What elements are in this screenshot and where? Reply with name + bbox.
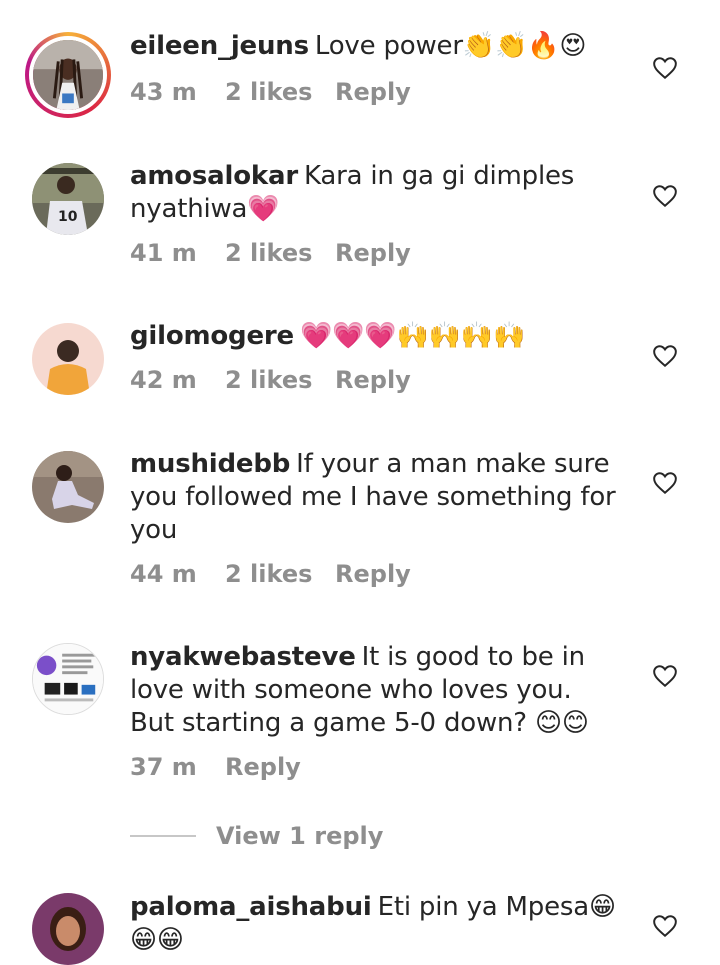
comment-meta: 41 m 2 likes Reply: [130, 239, 411, 267]
comment-likes[interactable]: 2 likes: [225, 78, 335, 106]
avatar-photo-man-yellow-shirt-icon: [32, 323, 104, 395]
avatar-photo-woman-sitting-icon: [32, 451, 104, 523]
like-heart-icon[interactable]: [652, 56, 678, 80]
avatar[interactable]: [32, 451, 104, 523]
avatar[interactable]: [32, 893, 104, 965]
like-heart-icon[interactable]: [652, 664, 678, 688]
reply-button[interactable]: Reply: [335, 239, 411, 267]
comment-username[interactable]: nyakwebasteve: [130, 642, 356, 672]
comment-emojis: 💗💗💗🙌🙌🙌🙌: [299, 321, 526, 351]
comment-body: Eti pin ya Mpesa: [377, 892, 590, 922]
reply-button[interactable]: Reply: [335, 78, 411, 106]
view-replies-button[interactable]: View 1 reply: [130, 822, 383, 850]
comment-emojis: 👏👏🔥😍: [462, 31, 587, 61]
comment-likes[interactable]: 2 likes: [225, 560, 335, 588]
comment-meta: 37 m Reply: [130, 753, 301, 781]
comment-text: eileen_jeuns Love power👏👏🔥😍: [130, 30, 620, 63]
comment-text: nyakwebasteve It is good to be in love wi…: [130, 641, 620, 740]
comment-username[interactable]: mushidebb: [130, 449, 290, 479]
avatar-with-story-ring[interactable]: [25, 32, 111, 118]
like-heart-icon[interactable]: [652, 471, 678, 495]
reply-button[interactable]: Reply: [225, 753, 301, 781]
comment-meta: 43 m 2 likes Reply: [130, 78, 411, 106]
view-replies-label: View 1 reply: [216, 822, 384, 850]
comment-emojis: 💗: [247, 194, 280, 224]
like-heart-icon[interactable]: [652, 184, 678, 208]
avatar-flyer-image-icon: [33, 644, 103, 714]
comment-likes[interactable]: 2 likes: [225, 366, 335, 394]
comment-username[interactable]: paloma_aishabui: [130, 892, 372, 922]
like-heart-icon[interactable]: [652, 914, 678, 938]
comment-time: 37 m: [130, 753, 197, 781]
comment-likes[interactable]: 2 likes: [225, 239, 335, 267]
comment-time: 41 m: [130, 239, 197, 267]
comment-text: gilomogere 💗💗💗🙌🙌🙌🙌: [130, 320, 620, 353]
comment-text: paloma_aishabui Eti pin ya Mpesa😁😁😁: [130, 891, 620, 957]
avatar[interactable]: [32, 643, 104, 715]
reply-button[interactable]: Reply: [335, 560, 411, 588]
avatar-photo-woman-portrait-icon: [32, 893, 104, 965]
comment-username[interactable]: eileen_jeuns: [130, 31, 309, 61]
comment-text: mushidebb If your a man make sure you fol…: [130, 448, 620, 547]
comment-meta: 44 m 2 likes Reply: [130, 560, 411, 588]
comment-username[interactable]: amosalokar: [130, 161, 298, 191]
reply-button[interactable]: Reply: [335, 366, 411, 394]
comment-body: Love power: [314, 31, 463, 61]
view-replies-divider: [130, 835, 196, 837]
comment-username[interactable]: gilomogere: [130, 321, 294, 351]
comment-time: 44 m: [130, 560, 197, 588]
avatar[interactable]: 10: [32, 163, 104, 235]
comment-emojis: 😊😊: [535, 708, 589, 738]
avatar-photo-woman-braids-icon: [33, 40, 103, 110]
comment-time: 42 m: [130, 366, 197, 394]
avatar-photo-jersey-10-icon: 10: [32, 163, 104, 235]
like-heart-icon[interactable]: [652, 344, 678, 368]
comment-text: amosalokar Kara in ga gi dimples nyathiwa…: [130, 160, 620, 226]
svg-text:10: 10: [58, 209, 78, 225]
avatar[interactable]: [32, 323, 104, 395]
comment-time: 43 m: [130, 78, 197, 106]
comment-meta: 42 m 2 likes Reply: [130, 366, 411, 394]
